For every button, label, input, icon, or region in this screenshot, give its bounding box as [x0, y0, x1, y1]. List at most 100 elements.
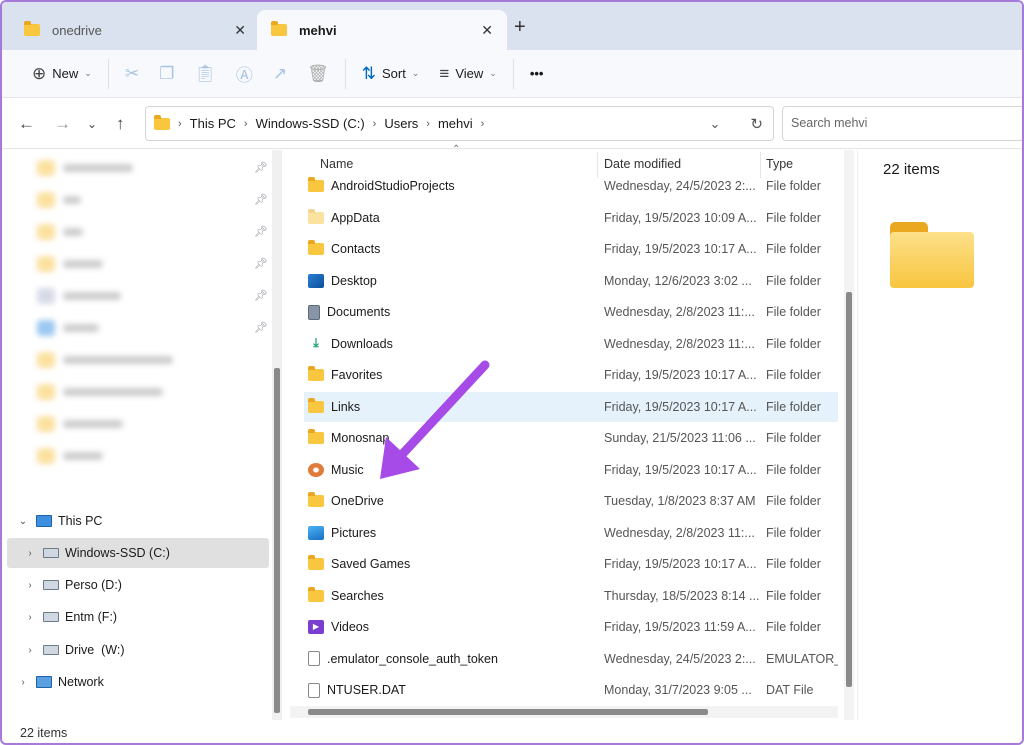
paste-button[interactable]: 📋︎: [184, 58, 226, 90]
downloads-icon: ⤓: [313, 336, 319, 350]
nav-this-pc[interactable]: ⌄ This PC: [16, 506, 103, 536]
tab-onedrive[interactable]: onedrive ✕: [10, 10, 260, 50]
rename-button[interactable]: Ⓐ: [226, 58, 263, 90]
share-button[interactable]: ↗: [263, 58, 297, 90]
refresh-icon[interactable]: ↻: [750, 115, 763, 133]
nav-network[interactable]: › Network: [16, 667, 104, 697]
file-type: File folder: [766, 462, 821, 477]
nav-perso[interactable]: › Perso (D:): [23, 570, 122, 600]
network-icon: [36, 676, 52, 688]
folder-icon: [24, 21, 40, 36]
quick-access-item[interactable]: [37, 382, 163, 402]
quick-access-item[interactable]: [37, 318, 99, 338]
back-arrow-icon[interactable]: ←: [18, 114, 35, 134]
quick-access-item[interactable]: [37, 286, 121, 306]
large-folder-icon: [890, 222, 974, 288]
close-tab-icon[interactable]: ✕: [234, 22, 246, 39]
file-date: Monday, 12/6/2023 3:02 ...: [604, 273, 752, 288]
forward-arrow-icon[interactable]: →: [54, 114, 71, 134]
file-type: File folder: [766, 242, 821, 256]
file-row[interactable]: Saved Games Friday, 19/5/2023 10:17 A... F…: [304, 549, 838, 579]
quick-access-item[interactable]: [37, 414, 123, 434]
pin-icon[interactable]: 📌︎: [254, 257, 268, 270]
sort-button[interactable]: ⇅ Sort ⌄: [352, 58, 430, 90]
file-type: DAT File: [766, 683, 814, 697]
pin-icon[interactable]: 📌︎: [254, 225, 268, 238]
file-type: File folder: [766, 336, 821, 351]
horizontal-scrollbar[interactable]: [290, 706, 838, 718]
recent-chevron-icon[interactable]: ⌄: [87, 117, 97, 131]
file-row[interactable]: Searches Thursday, 18/5/2023 8:14 ... File…: [304, 581, 838, 611]
breadcrumb-windows-ssd[interactable]: Windows-SSD (C:): [256, 116, 365, 131]
chevron-right-icon[interactable]: ›: [16, 677, 30, 688]
rename-icon: Ⓐ: [235, 66, 253, 85]
folder-icon: [271, 21, 287, 36]
item-count: 22 items: [883, 161, 940, 178]
file-name: Pictures: [331, 525, 377, 540]
nav-entm[interactable]: › Entm (F:): [23, 602, 117, 632]
close-tab-icon[interactable]: ✕: [481, 22, 493, 39]
file-name: AndroidStudioProjects: [331, 179, 455, 193]
folder-icon: [308, 397, 324, 413]
delete-button[interactable]: 🗑︎: [297, 58, 339, 90]
quick-access-item[interactable]: [37, 254, 103, 274]
tab-mehvi[interactable]: mehvi ✕: [257, 10, 507, 50]
file-list-scrollbar[interactable]: [844, 150, 854, 720]
pin-icon[interactable]: 📌︎: [254, 161, 268, 174]
file-type: File folder: [766, 525, 821, 540]
file-row[interactable]: .emulator_console_auth_token Wednesday, 2…: [304, 644, 838, 674]
folder-icon: [308, 492, 324, 507]
scrollbar-thumb[interactable]: [308, 709, 708, 715]
copy-button[interactable]: ❐: [149, 58, 184, 90]
quick-access-item[interactable]: [37, 222, 83, 242]
scrollbar-thumb[interactable]: [846, 292, 852, 687]
file-row[interactable]: ▶ Videos Friday, 19/5/2023 11:59 A... File …: [304, 612, 838, 642]
file-date: Friday, 19/5/2023 10:17 A...: [604, 368, 757, 382]
new-button[interactable]: ⊕ New ⌄: [22, 58, 102, 90]
search-input[interactable]: Search mehvi: [782, 106, 1022, 141]
file-type: File folder: [766, 399, 821, 414]
chevron-down-icon[interactable]: ⌄: [16, 516, 30, 527]
up-arrow-icon[interactable]: ↑: [116, 114, 125, 134]
breadcrumb-this-pc[interactable]: This PC: [190, 116, 236, 131]
divider: [512, 58, 514, 89]
more-options-button[interactable]: •••: [520, 58, 554, 90]
chevron-right-icon[interactable]: ›: [23, 548, 37, 559]
file-type: File folder: [766, 210, 821, 225]
file-row[interactable]: Documents Wednesday, 2/8/2023 11:... File …: [304, 297, 838, 327]
new-tab-button[interactable]: +: [514, 16, 526, 39]
file-row[interactable]: NTUSER.DAT Monday, 31/7/2023 9:05 ... DAT …: [304, 675, 838, 705]
chevron-right-icon[interactable]: ›: [23, 645, 37, 656]
file-row[interactable]: Desktop Monday, 12/6/2023 3:02 ... File fo…: [304, 266, 838, 296]
file-row[interactable]: ⤓ Downloads Wednesday, 2/8/2023 11:... File…: [304, 329, 838, 359]
nav-windows-ssd[interactable]: › Windows-SSD (C:): [7, 538, 269, 568]
column-header-type[interactable]: Type: [766, 157, 793, 171]
cut-button[interactable]: ✂: [115, 58, 149, 90]
nav-scrollbar[interactable]: [272, 150, 282, 720]
column-header-date[interactable]: Date modified: [604, 157, 681, 171]
quick-access-item[interactable]: [37, 446, 103, 466]
copy-icon: ❐: [159, 63, 175, 83]
chevron-right-icon[interactable]: ›: [23, 580, 37, 591]
chevron-right-icon[interactable]: ›: [23, 612, 37, 623]
breadcrumb-mehvi[interactable]: mehvi: [438, 116, 473, 131]
pin-icon[interactable]: 📌︎: [254, 193, 268, 206]
view-button[interactable]: ≡ View ⌄: [429, 58, 506, 90]
file-row[interactable]: AppData Friday, 19/5/2023 10:09 A... File …: [304, 203, 838, 233]
file-row[interactable]: AndroidStudioProjects Wednesday, 24/5/202…: [304, 171, 838, 201]
pin-icon[interactable]: 📌︎: [254, 289, 268, 302]
column-header-name[interactable]: Name: [320, 157, 353, 171]
pin-icon[interactable]: 📌︎: [254, 321, 268, 334]
quick-access-item[interactable]: [37, 350, 173, 370]
scrollbar-thumb[interactable]: [274, 368, 280, 713]
address-dropdown-icon[interactable]: ⌄: [710, 116, 721, 132]
address-bar[interactable]: › This PC › Windows-SSD (C:) › Users › mehvi…: [145, 106, 774, 141]
file-type: File folder: [766, 305, 821, 319]
nav-drive-w[interactable]: › Drive (W:): [23, 635, 124, 665]
breadcrumb-users[interactable]: Users: [384, 116, 418, 131]
file-row[interactable]: Pictures Wednesday, 2/8/2023 11:... File f…: [304, 518, 838, 548]
file-row[interactable]: Contacts Friday, 19/5/2023 10:17 A... File…: [304, 234, 838, 264]
quick-access-item[interactable]: [37, 158, 133, 178]
quick-access-item[interactable]: [37, 190, 81, 210]
file-icon: [308, 651, 320, 666]
